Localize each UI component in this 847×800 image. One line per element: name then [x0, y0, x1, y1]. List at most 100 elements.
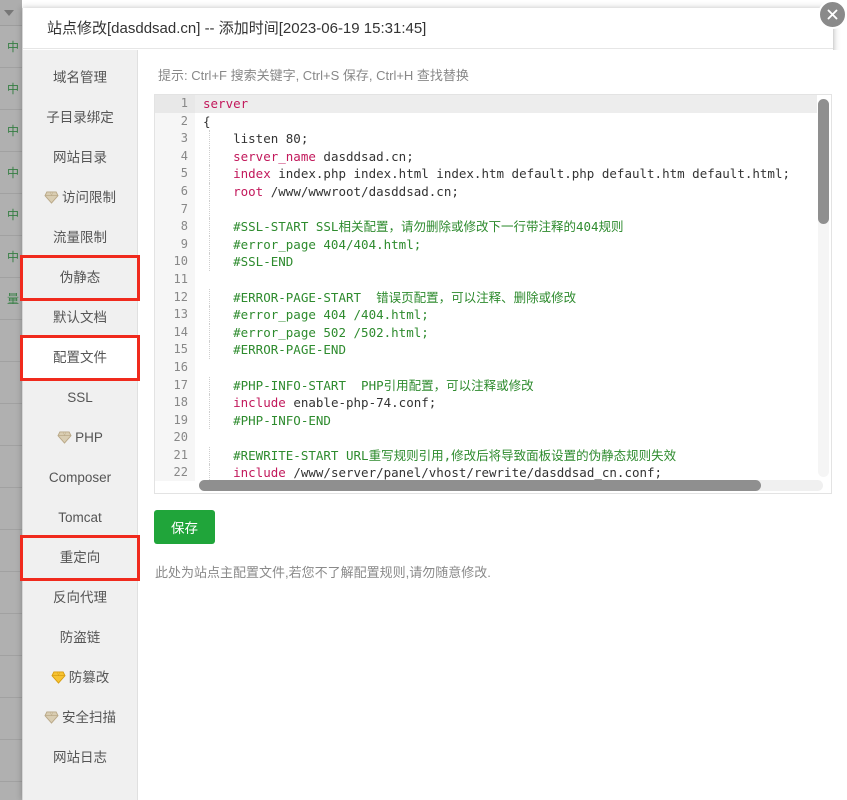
sidebar-item-8[interactable]: SSL	[23, 378, 137, 418]
sidebar-item-1[interactable]: 子目录绑定	[23, 98, 137, 138]
sidebar-item-16[interactable]: V 安全扫描	[23, 698, 137, 738]
line-number: 1	[155, 95, 195, 113]
sidebar-item-6[interactable]: 默认文档	[23, 298, 137, 338]
sidebar-item-0[interactable]: 域名管理	[23, 58, 137, 98]
code-line[interactable]: 9 #error_page 404/404.html;	[155, 235, 817, 254]
save-button[interactable]: 保存	[154, 510, 215, 544]
sidebar-item-10[interactable]: Composer	[23, 458, 137, 498]
code-text[interactable]	[195, 271, 817, 289]
sidebar-item-11[interactable]: Tomcat	[23, 498, 137, 538]
editor-vertical-scrollbar[interactable]	[818, 99, 829, 477]
code-line[interactable]: 6 root /www/wwwroot/dasddsad.cn;	[155, 182, 817, 201]
close-icon[interactable]	[818, 0, 847, 29]
code-line[interactable]: 7	[155, 200, 817, 219]
sidebar-item-4[interactable]: 流量限制	[23, 218, 137, 258]
vip-diamond-icon: V	[51, 660, 66, 700]
code-line[interactable]: 19 #PHP-INFO-END	[155, 411, 817, 430]
code-text[interactable]: #error_page 502 /502.html;	[195, 323, 817, 342]
line-number: 6	[155, 182, 195, 201]
code-text[interactable]: server	[195, 95, 817, 113]
code-token: include	[203, 395, 286, 411]
code-text[interactable]: include /www/server/panel/vhost/rewrite/…	[195, 464, 817, 481]
code-text[interactable]	[195, 359, 817, 377]
editor-horizontal-scrollbar-thumb[interactable]	[199, 480, 761, 491]
code-line[interactable]: 20	[155, 429, 817, 447]
sidebar-item-9[interactable]: V PHP	[23, 418, 137, 458]
code-line[interactable]: 14 #error_page 502 /502.html;	[155, 323, 817, 342]
sidebar-item-label: 子目录绑定	[46, 110, 114, 125]
code-area[interactable]: 1 server 2{3 listen 80; 4 server_name dasdd…	[155, 95, 817, 481]
vip-diamond-icon: V	[44, 180, 59, 220]
code-token: include	[203, 465, 286, 481]
code-text[interactable]: index index.php index.html index.htm def…	[195, 165, 817, 183]
code-token: #error_page 404 /404.html;	[203, 307, 429, 323]
line-number: 9	[155, 235, 195, 254]
sidebar-item-label: 重定向	[59, 550, 101, 565]
sidebar-item-12[interactable]: 重定向	[20, 535, 140, 581]
code-text[interactable]: #REWRITE-START URL重写规则引用,修改后将导致面板设置的伪静态规…	[195, 446, 817, 465]
svg-text:V: V	[50, 712, 53, 717]
code-text[interactable]	[195, 200, 817, 219]
code-line[interactable]: 12 #ERROR-PAGE-START 错误页配置，可以注释、删除或修改	[155, 288, 817, 307]
code-line[interactable]: 2{	[155, 112, 817, 131]
sidebar-item-label: 网站目录	[53, 150, 107, 165]
sidebar-item-label: 反向代理	[53, 590, 107, 605]
code-text[interactable]: #ERROR-PAGE-START 错误页配置，可以注释、删除或修改	[195, 288, 817, 307]
sidebar-item-17[interactable]: 网站日志	[23, 738, 137, 778]
code-text[interactable]: root /www/wwwroot/dasddsad.cn;	[195, 182, 817, 201]
code-text[interactable]: #SSL-START SSL相关配置，请勿删除或修改下一行带注释的404规则	[195, 218, 817, 236]
sidebar-item-3[interactable]: V 访问限制	[23, 178, 137, 218]
code-line[interactable]: 13 #error_page 404 /404.html;	[155, 306, 817, 324]
sidebar-item-label: 伪静态	[59, 270, 101, 285]
line-number: 10	[155, 253, 195, 271]
editor-horizontal-scrollbar[interactable]	[199, 480, 823, 491]
code-line[interactable]: 18 include enable-php-74.conf;	[155, 394, 817, 412]
code-line[interactable]: 21 #REWRITE-START URL重写规则引用,修改后将导致面板设置的伪…	[155, 446, 817, 465]
code-text[interactable]	[195, 429, 817, 447]
main-panel: 提示: Ctrl+F 搜索关键字, Ctrl+S 保存, Ctrl+H 查找替换…	[138, 50, 846, 800]
code-text[interactable]: #error_page 404 /404.html;	[195, 306, 817, 324]
code-line[interactable]: 4 server_name dasddsad.cn;	[155, 147, 817, 166]
sidebar-item-label: SSL	[67, 390, 93, 405]
code-token: {	[203, 113, 211, 129]
sidebar-item-5[interactable]: 伪静态	[20, 255, 140, 301]
code-text[interactable]: #PHP-INFO-END	[195, 411, 817, 430]
code-text[interactable]: #ERROR-PAGE-END	[195, 341, 817, 359]
code-line[interactable]: 22 include /www/server/panel/vhost/rewri…	[155, 464, 817, 481]
code-token: #SSL-END	[203, 254, 294, 270]
code-line[interactable]: 5 index index.php index.html index.htm d…	[155, 165, 817, 183]
sidebar-item-label: 防盗链	[59, 630, 101, 645]
code-line[interactable]: 10 #SSL-END	[155, 253, 817, 271]
config-file-editor[interactable]: 1 server 2{3 listen 80; 4 server_name dasdd…	[154, 94, 832, 494]
code-line[interactable]: 15 #ERROR-PAGE-END	[155, 341, 817, 359]
sidebar-item-label: 流量限制	[53, 230, 107, 245]
modal-backdrop[interactable]	[0, 0, 22, 800]
code-line[interactable]: 16	[155, 358, 817, 377]
sidebar-item-15[interactable]: V 防篡改	[23, 658, 137, 698]
code-text[interactable]: #error_page 404/404.html;	[195, 235, 817, 254]
sidebar-item-7[interactable]: 配置文件	[20, 335, 140, 381]
line-number: 13	[155, 306, 195, 324]
code-text[interactable]: #SSL-END	[195, 253, 817, 271]
code-text[interactable]: include enable-php-74.conf;	[195, 394, 817, 412]
editor-vertical-scrollbar-thumb[interactable]	[818, 99, 829, 224]
code-line[interactable]: 11	[155, 270, 817, 289]
dialog-title: 站点修改[dasddsad.cn] -- 添加时间[2023-06-19 15:…	[23, 8, 833, 49]
code-token: #ERROR-PAGE-START 错误页配置，可以注释、删除或修改	[203, 289, 577, 305]
line-number: 16	[155, 358, 195, 377]
sidebar-item-14[interactable]: 防盗链	[23, 618, 137, 658]
code-line[interactable]: 3 listen 80;	[155, 130, 817, 148]
sidebar-item-2[interactable]: 网站目录	[23, 138, 137, 178]
code-text[interactable]: {	[195, 113, 817, 131]
code-text[interactable]: #PHP-INFO-START PHP引用配置，可以注释或修改	[195, 376, 817, 395]
code-line[interactable]: 8 #SSL-START SSL相关配置，请勿删除或修改下一行带注释的404规则	[155, 218, 817, 236]
editor-tip: 提示: Ctrl+F 搜索关键字, Ctrl+S 保存, Ctrl+H 查找替换	[158, 68, 469, 83]
line-number: 19	[155, 411, 195, 430]
code-text[interactable]: server_name dasddsad.cn;	[195, 147, 817, 166]
code-token: enable-php-74.conf;	[285, 395, 437, 411]
line-number: 17	[155, 376, 195, 395]
code-line[interactable]: 1 server	[155, 95, 817, 113]
sidebar-item-13[interactable]: 反向代理	[23, 578, 137, 618]
code-line[interactable]: 17 #PHP-INFO-START PHP引用配置，可以注释或修改	[155, 376, 817, 395]
code-text[interactable]: listen 80;	[195, 130, 817, 148]
